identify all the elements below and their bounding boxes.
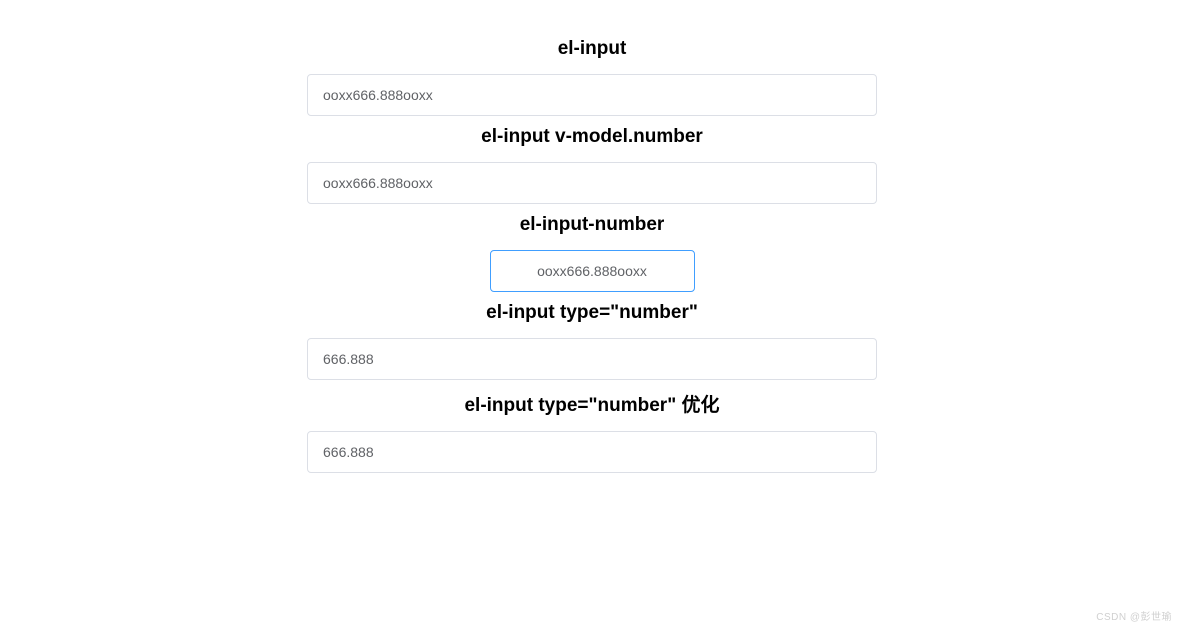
input-wrapper: [307, 74, 877, 116]
form-container: el-input el-input v-model.number el-inpu…: [307, 38, 877, 473]
el-input-type-number-field[interactable]: [307, 338, 877, 380]
input-number-wrapper: [307, 250, 877, 292]
input-wrapper: [307, 338, 877, 380]
heading-el-input-type-number-optimized: el-input type="number" 优化: [307, 390, 877, 417]
section-el-input-type-number: el-input type="number": [307, 302, 877, 380]
heading-el-input-number: el-input-number: [307, 214, 877, 236]
heading-el-input: el-input: [307, 38, 877, 60]
input-wrapper: [307, 162, 877, 204]
section-el-input-number: el-input-number: [307, 214, 877, 292]
el-input-vmodel-number-field[interactable]: [307, 162, 877, 204]
input-wrapper: [307, 431, 877, 473]
section-el-input-vmodel-number: el-input v-model.number: [307, 126, 877, 204]
el-input-type-number-optimized-field[interactable]: [307, 431, 877, 473]
watermark: CSDN @彭世瑜: [1096, 608, 1172, 623]
heading-el-input-type-number: el-input type="number": [307, 302, 877, 324]
section-el-input-type-number-optimized: el-input type="number" 优化: [307, 390, 877, 473]
section-el-input: el-input: [307, 38, 877, 116]
el-input-number-field[interactable]: [490, 250, 695, 292]
el-input-field[interactable]: [307, 74, 877, 116]
heading-el-input-vmodel-number: el-input v-model.number: [307, 126, 877, 148]
